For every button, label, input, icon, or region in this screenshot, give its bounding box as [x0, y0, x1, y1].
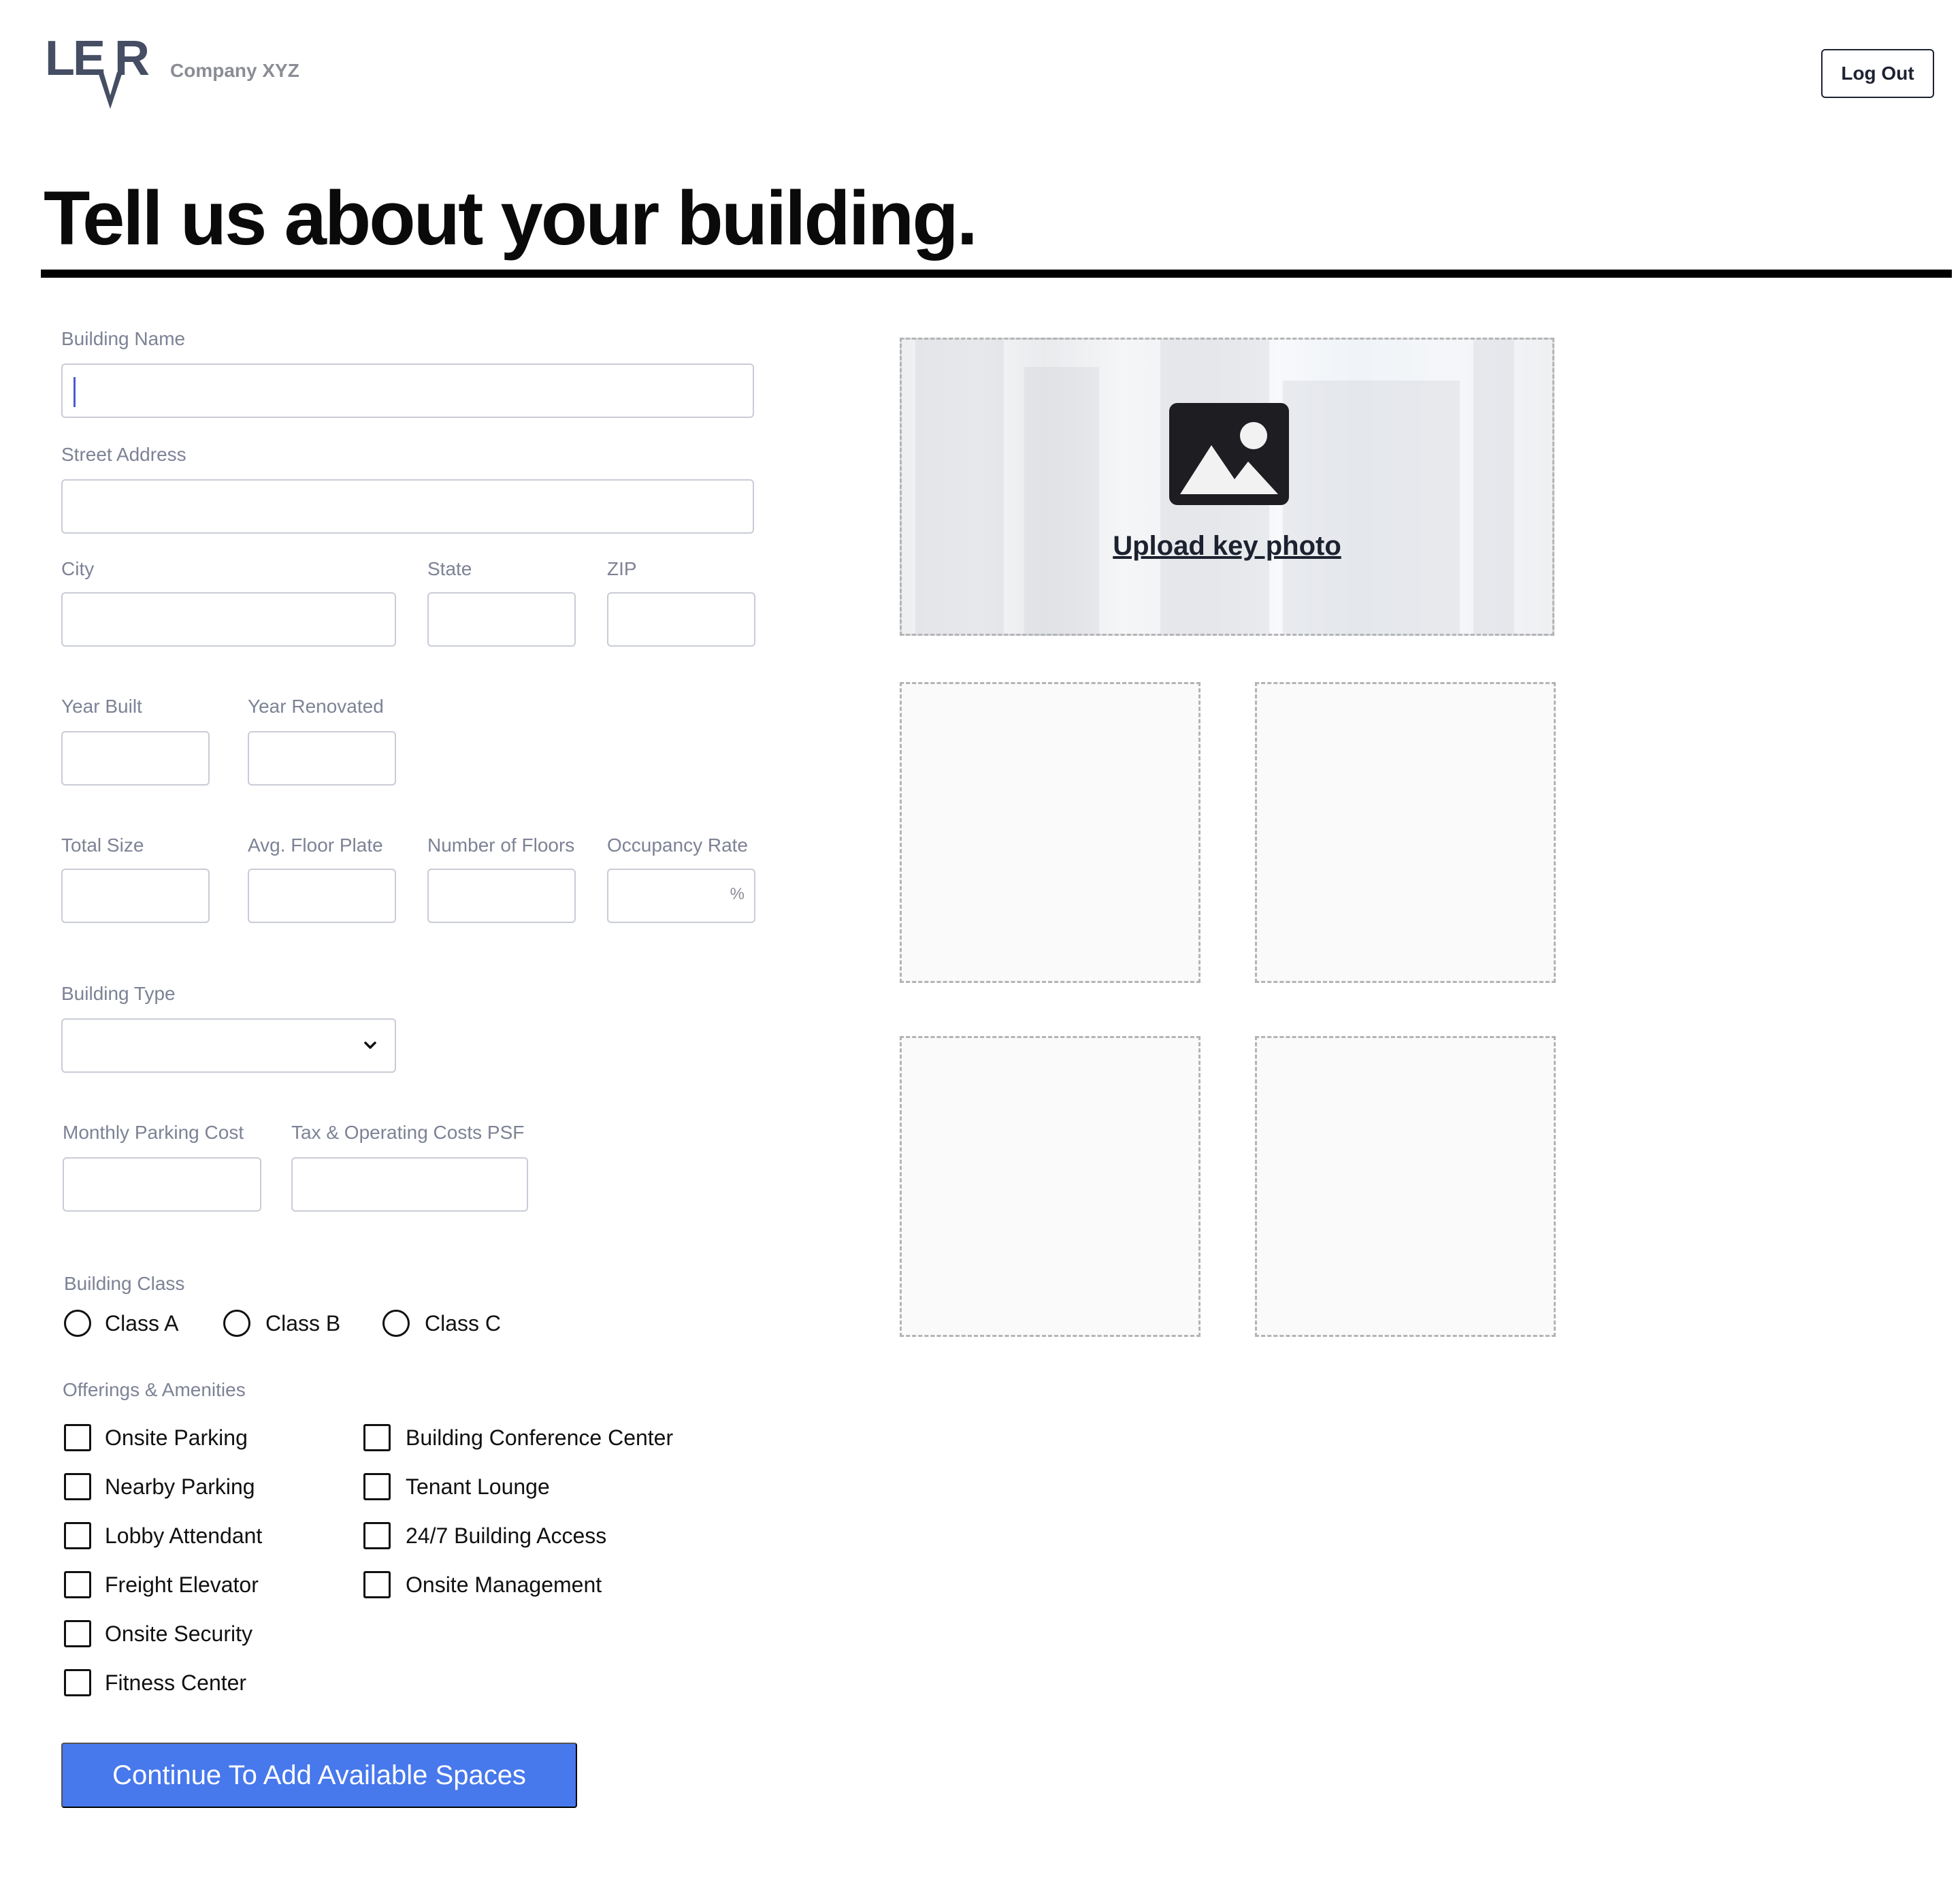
continue-button[interactable]: Continue To Add Available Spaces — [61, 1743, 577, 1808]
occupancy-rate-input[interactable]: % — [607, 869, 755, 923]
text-cursor — [74, 377, 76, 407]
svg-text:LE: LE — [45, 33, 104, 86]
company-name: Company XYZ — [170, 60, 299, 81]
number-of-floors-input[interactable] — [427, 869, 576, 923]
onsite-parking-label: Onsite Parking — [105, 1425, 248, 1450]
avg-floor-plate-input[interactable] — [248, 869, 396, 923]
state-input[interactable] — [427, 592, 576, 647]
chevron-down-icon — [364, 1041, 376, 1049]
year-renovated-input[interactable] — [248, 731, 396, 786]
building-access-24-7-checkbox[interactable] — [363, 1522, 391, 1549]
lobby-attendant-label: Lobby Attendant — [105, 1523, 263, 1548]
year-renovated-label: Year Renovated — [248, 696, 384, 717]
nearby-parking-checkbox[interactable] — [64, 1473, 91, 1500]
number-of-floors-label: Number of Floors — [427, 835, 575, 856]
zip-label: ZIP — [607, 558, 637, 579]
image-icon[interactable] — [1169, 403, 1289, 505]
class-a-label: Class A — [105, 1311, 179, 1336]
tax-operating-costs-label: Tax & Operating Costs PSF — [291, 1122, 525, 1143]
onsite-management-label: Onsite Management — [406, 1572, 602, 1597]
total-size-label: Total Size — [61, 835, 144, 856]
logo: LE R — [44, 31, 159, 114]
tax-operating-costs-input[interactable] — [291, 1157, 528, 1212]
city-input[interactable] — [61, 592, 396, 647]
building-access-24-7-label: 24/7 Building Access — [406, 1523, 607, 1548]
building-name-input[interactable] — [61, 363, 754, 418]
building-type-select[interactable] — [61, 1018, 396, 1073]
fitness-center-label: Fitness Center — [105, 1670, 247, 1695]
class-c-radio[interactable] — [382, 1310, 410, 1337]
nearby-parking-label: Nearby Parking — [105, 1474, 255, 1499]
onsite-security-checkbox[interactable] — [64, 1620, 91, 1647]
monthly-parking-cost-label: Monthly Parking Cost — [63, 1122, 244, 1143]
building-name-label: Building Name — [61, 328, 186, 349]
photo-slot-1[interactable] — [900, 682, 1200, 983]
page-title: Tell us about your building. — [44, 176, 978, 261]
percent-suffix: % — [730, 885, 745, 903]
building-class-label: Building Class — [64, 1273, 185, 1294]
building-conference-center-label: Building Conference Center — [406, 1425, 674, 1450]
logout-button[interactable]: Log Out — [1821, 49, 1934, 98]
state-label: State — [427, 558, 472, 579]
onsite-management-checkbox[interactable] — [363, 1571, 391, 1598]
tenant-lounge-checkbox[interactable] — [363, 1473, 391, 1500]
class-c-label: Class C — [425, 1311, 502, 1336]
year-built-label: Year Built — [61, 696, 142, 717]
title-divider — [41, 270, 1952, 278]
photo-slot-2[interactable] — [1255, 682, 1556, 983]
building-type-label: Building Type — [61, 983, 176, 1004]
zip-input[interactable] — [607, 592, 755, 647]
lobby-attendant-checkbox[interactable] — [64, 1522, 91, 1549]
upload-key-photo-link[interactable]: Upload key photo — [900, 531, 1554, 562]
year-built-input[interactable] — [61, 731, 210, 786]
onsite-security-label: Onsite Security — [105, 1621, 252, 1646]
total-size-input[interactable] — [61, 869, 210, 923]
onsite-parking-checkbox[interactable] — [64, 1424, 91, 1451]
photo-slot-3[interactable] — [900, 1036, 1200, 1337]
freight-elevator-label: Freight Elevator — [105, 1572, 259, 1597]
class-b-label: Class B — [265, 1311, 341, 1336]
avg-floor-plate-label: Avg. Floor Plate — [248, 835, 383, 856]
class-a-radio[interactable] — [64, 1310, 91, 1337]
lever-logo-mark: LE R — [45, 31, 150, 109]
photo-slot-4[interactable] — [1255, 1036, 1556, 1337]
class-b-radio[interactable] — [223, 1310, 250, 1337]
street-address-label: Street Address — [61, 444, 186, 465]
building-conference-center-checkbox[interactable] — [363, 1424, 391, 1451]
city-label: City — [61, 558, 95, 579]
freight-elevator-checkbox[interactable] — [64, 1571, 91, 1598]
tenant-lounge-label: Tenant Lounge — [406, 1474, 550, 1499]
monthly-parking-cost-input[interactable] — [63, 1157, 261, 1212]
occupancy-rate-label: Occupancy Rate — [607, 835, 748, 856]
fitness-center-checkbox[interactable] — [64, 1669, 91, 1696]
amenities-label: Offerings & Amenities — [63, 1379, 246, 1400]
street-address-input[interactable] — [61, 479, 754, 534]
